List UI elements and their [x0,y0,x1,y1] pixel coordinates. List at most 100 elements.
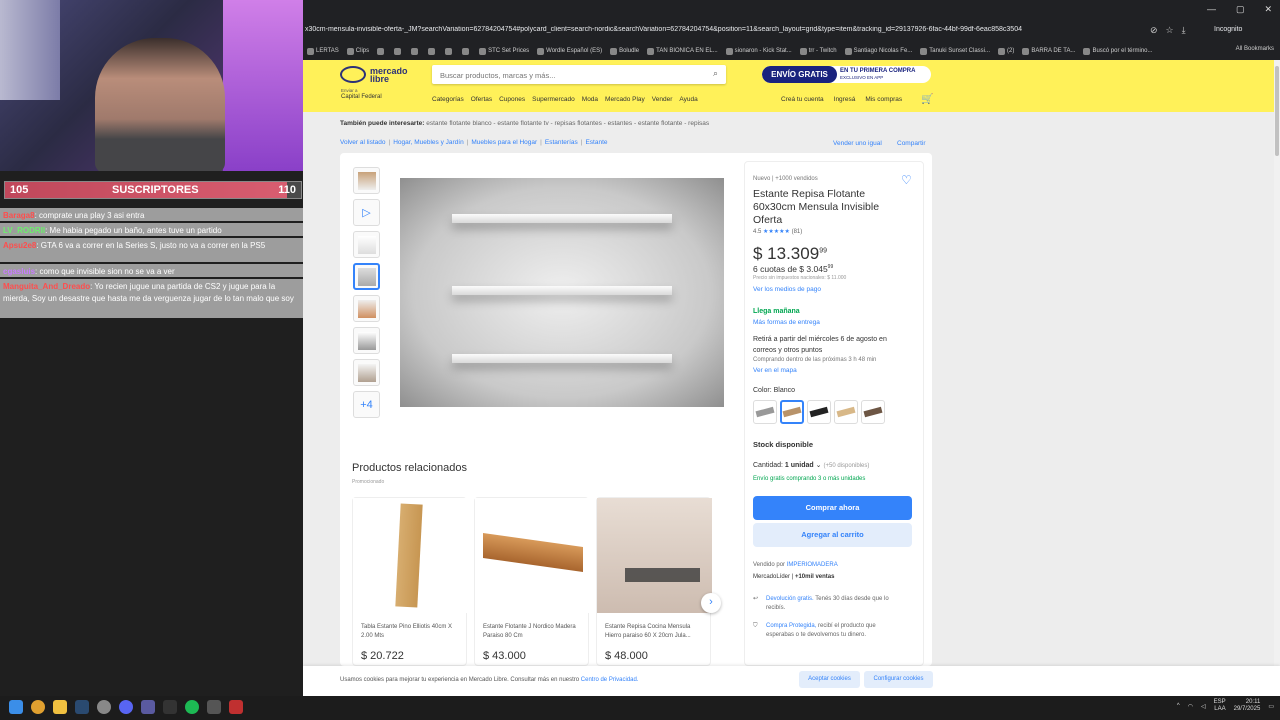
bookmark-item[interactable]: Santiago Nicolas Fe... [841,47,917,55]
user-nav-item[interactable]: Mis compras [865,96,902,103]
nav-item[interactable]: Vender [652,96,673,103]
windows-start-icon[interactable] [9,700,23,714]
product-rating[interactable]: 4.5 ★★★★★ (81) [753,228,802,235]
delivery-location[interactable]: Enviar a Capital Federal [341,88,382,100]
wifi-icon[interactable]: ◠ [1188,703,1193,710]
file-explorer-icon[interactable] [53,700,67,714]
add-to-cart-button[interactable]: Agregar al carrito [753,523,912,547]
bookmark-item[interactable]: LERTAS [303,47,343,55]
video-thumbnail[interactable]: ▷ [353,199,380,226]
bookmark-item[interactable]: trr - Twitch [796,47,841,55]
related-product-card[interactable]: Estante Flotante J Nordico Madera Parais… [474,497,590,666]
thumbnail[interactable] [353,295,380,322]
incognito-badge[interactable]: Incognito [1214,26,1242,33]
payment-methods-link[interactable]: Ver los medios de pago [753,286,821,293]
chevron-right-icon[interactable]: › [701,593,721,613]
breadcrumb-item[interactable]: Hogar, Muebles y Jardín [393,139,463,146]
bookmark-item[interactable]: sionaron - Kick Stat... [722,47,796,55]
bookmark-item[interactable]: Boludle [606,47,643,55]
nav-item[interactable]: Supermercado [532,96,575,103]
page-scrollbar[interactable] [1274,60,1280,666]
language-indicator[interactable]: ESP LAA [1214,699,1226,713]
discord-icon[interactable] [119,700,133,714]
returns-link[interactable]: Devolución gratis. [766,596,814,602]
search-icon[interactable]: ⌕ [713,68,718,79]
bookmark-item[interactable] [407,47,424,55]
bookmark-item[interactable] [373,47,390,55]
breadcrumb-item[interactable]: Estanterías [545,139,578,146]
bookmark-item[interactable]: Tanuki Sunset Classi... [916,47,994,55]
notification-icon[interactable]: ▭ [1268,703,1274,710]
more-shipping-link[interactable]: Más formas de entrega [753,319,820,326]
volume-icon[interactable]: ◁ [1201,703,1206,710]
bookmark-item[interactable]: BARRA DE TA... [1018,47,1079,55]
bookmark-item[interactable]: TAN BIONICA EN EL... [643,47,722,55]
user-nav-item[interactable]: Creá tu cuenta [781,96,824,103]
cart-icon[interactable]: 🛒 [921,94,933,105]
app-icon[interactable] [163,700,177,714]
bookmark-item[interactable] [424,47,441,55]
clock[interactable]: 20:11 29/7/2025 [1234,699,1261,713]
nav-item[interactable]: Moda [582,96,598,103]
minimize-icon[interactable]: — [1207,4,1216,15]
color-swatch[interactable] [753,400,777,424]
bookmark-item[interactable]: Clips [343,47,373,55]
more-thumbnails[interactable]: +4 [353,391,380,418]
accept-cookies-button[interactable]: Aceptar cookies [799,671,860,688]
nav-item[interactable]: Cupones [499,96,525,103]
related-search-links[interactable]: estante flotante blanco - estante flotan… [426,120,709,127]
related-product-card[interactable]: Estante Repisa Cocina Mensula Hierro par… [596,497,712,666]
app-icon[interactable] [229,700,243,714]
quantity-selector[interactable]: Cantidad: 1 unidad ⌄ (+50 disponibles) [753,461,869,469]
app-icon[interactable] [141,700,155,714]
thumbnail-selected[interactable] [353,263,380,290]
chrome-icon[interactable] [31,700,45,714]
map-link[interactable]: Ver en el mapa [753,367,797,374]
user-nav-item[interactable]: Ingresá [834,96,856,103]
all-bookmarks[interactable]: All Bookmarks [1236,46,1274,52]
bookmark-item[interactable]: Buscó por el término... [1079,47,1156,55]
spotify-icon[interactable] [185,700,199,714]
seller-link[interactable]: IMPERIOMADERA [787,562,838,568]
bookmark-item[interactable] [390,47,407,55]
scrollbar-thumb[interactable] [1275,66,1279,156]
download-icon[interactable]: ⤓ [1182,25,1186,36]
breadcrumb-item[interactable]: Muebles para el Hogar [471,139,537,146]
related-product-card[interactable]: Tabla Estante Pino Elliotis 40cm X 2.00 … [352,497,468,666]
nav-item[interactable]: Ofertas [471,96,492,103]
promo-banner[interactable]: ENVÍO GRATIS EN TU PRIMERA COMPRA EXCLUSI… [762,66,931,83]
browser-icon[interactable] [97,700,111,714]
star-icon[interactable]: ☆ [1166,25,1174,36]
product-main-image[interactable] [400,178,724,407]
share-link[interactable]: Compartir [897,140,926,147]
bookmark-item[interactable] [441,47,458,55]
bookmark-item[interactable]: Wordle Español (ES) [533,47,606,55]
buy-now-button[interactable]: Comprar ahora [753,496,912,520]
chevron-up-icon[interactable]: ^ [1177,703,1180,709]
sell-one-link[interactable]: Vender uno igual [833,140,882,147]
nav-item[interactable]: Categorías [432,96,464,103]
thumbnail[interactable] [353,231,380,258]
steam-icon[interactable] [75,700,89,714]
color-swatch[interactable] [861,400,885,424]
close-icon[interactable]: ✕ [1264,4,1272,15]
thumbnail[interactable] [353,359,380,386]
color-swatch-selected[interactable] [780,400,804,424]
bookmark-item[interactable]: (2) [994,47,1018,55]
bookmark-item[interactable] [458,47,475,55]
thumbnail[interactable] [353,327,380,354]
breadcrumb-item[interactable]: Volver al listado [340,139,386,146]
address-bar[interactable]: x30cm-mensula-invisible-oferta-_JM?searc… [305,26,1135,33]
thumbnail[interactable] [353,167,380,194]
protected-link[interactable]: Compra Protegida, [766,623,816,629]
color-swatch[interactable] [834,400,858,424]
nav-item[interactable]: Ayuda [679,96,697,103]
privacy-link[interactable]: Centro de Privacidad. [581,677,639,683]
app-icon[interactable] [207,700,221,714]
color-swatch[interactable] [807,400,831,424]
search-input[interactable] [432,66,692,85]
bookmark-item[interactable]: STC Set Prices [475,47,533,55]
breadcrumb-item[interactable]: Estante [585,139,607,146]
eye-off-icon[interactable]: ⊘ [1150,25,1158,36]
mercadolibre-logo[interactable]: mercado libre [340,66,415,83]
